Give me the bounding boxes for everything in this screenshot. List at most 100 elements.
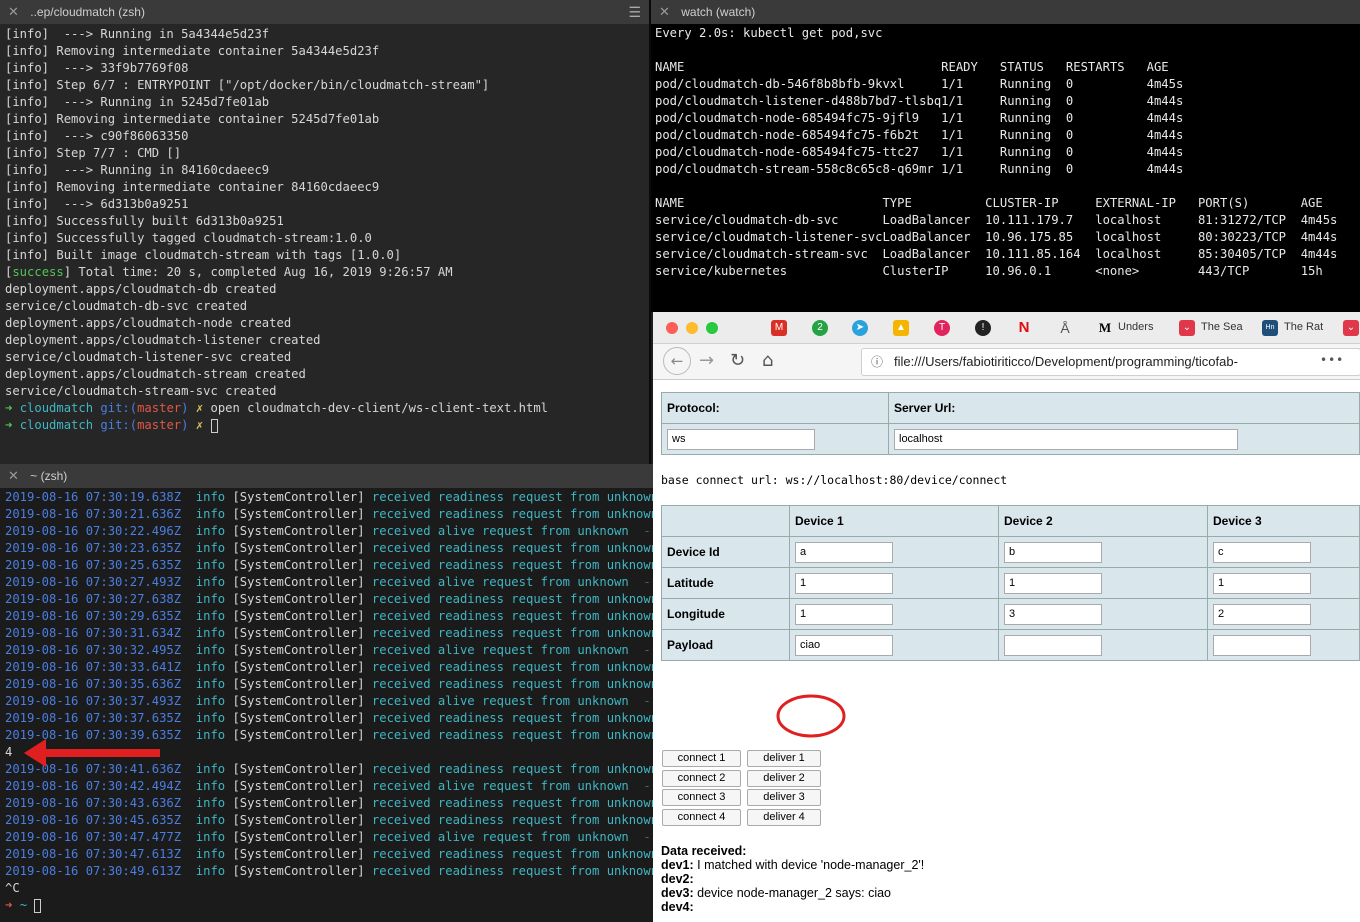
medium-icon[interactable]: M (1097, 320, 1113, 336)
device-input[interactable]: 1 (1213, 572, 1311, 594)
device-input[interactable] (1213, 634, 1311, 656)
log-level: info (188, 490, 233, 504)
device-input[interactable]: 2 (1213, 603, 1311, 625)
text-segment: [info] Removing intermediate container 8… (5, 180, 380, 194)
prompt-path: ~ (19, 898, 35, 912)
protocol-input[interactable]: ws (667, 428, 815, 450)
text-segment: [info] Successfully built 6d313b0a9251 (5, 214, 284, 228)
home-icon[interactable]: ⌂ (762, 350, 773, 371)
close-icon[interactable]: ✕ (8, 468, 19, 483)
log-message: received readiness request from unknown (371, 711, 653, 725)
text-segment: success (12, 265, 64, 279)
tab-label[interactable]: The Rat (1284, 321, 1323, 333)
app-icon[interactable]: Å (1057, 320, 1073, 336)
terminal-tab[interactable]: ✕ ..ep/cloudmatch (zsh) ☰ (0, 0, 649, 24)
pods-header: NAME READY STATUS RESTARTS AGE (655, 60, 1191, 74)
tab-label[interactable]: Unders (1118, 321, 1153, 333)
pod-row: pod/cloudmatch-node-685494fc75-9jfl9 1/1… (655, 111, 1191, 125)
menu-icon[interactable]: ☰ (628, 0, 641, 24)
device-cell: a (789, 536, 999, 568)
device-input[interactable]: 1 (1004, 572, 1102, 594)
prompt-line: ➜ ~ (5, 897, 648, 914)
server-url-input[interactable]: localhost (894, 428, 1238, 450)
terminal-tab[interactable]: ✕ ~ (zsh) (0, 464, 653, 488)
text-segment: service/cloudmatch-db-svc created (5, 299, 248, 313)
connect-button[interactable]: connect 1 (662, 750, 741, 767)
log-controller: [SystemController] (232, 524, 372, 538)
telegram-icon[interactable]: ➤ (852, 320, 868, 336)
netflix-icon[interactable]: N (1016, 320, 1032, 336)
device-input[interactable]: 1 (795, 572, 893, 594)
text-segment: service/cloudmatch-stream-svc created (5, 384, 277, 398)
log-timestamp: 2019-08-16 07:30:25.635Z (5, 558, 189, 572)
device-input[interactable] (1004, 634, 1102, 656)
terminal-line: service/cloudmatch-listener-svc created (5, 349, 644, 366)
close-window-button[interactable] (666, 322, 678, 334)
connect-button[interactable]: connect 3 (662, 789, 741, 806)
svc-row: service/cloudmatch-stream-svc LoadBalanc… (655, 247, 1345, 261)
tab-label[interactable]: The Sea (1201, 321, 1243, 333)
log-timestamp: 2019-08-16 07:30:27.493Z (5, 575, 189, 589)
terminal-tab[interactable]: ✕ watch (watch) (651, 0, 1360, 24)
whatsapp-icon[interactable]: 2 (812, 320, 828, 336)
terminal-line: deployment.apps/cloudmatch-node created (5, 315, 644, 332)
device-cell (1207, 629, 1360, 661)
log-line: 2019-08-16 07:30:45.635Z info [SystemCon… (5, 812, 653, 829)
more-icon[interactable]: ••• (1320, 353, 1344, 367)
terminal-line: ➜ cloudmatch git:(master) ✗ (5, 417, 644, 434)
deliver-button[interactable]: deliver 3 (747, 789, 821, 806)
site-icon[interactable]: Hn (1262, 320, 1278, 336)
browser-window[interactable]: M 2 ➤ ▲ T ! N Å M Unders ⌄ The Sea Hn Th… (653, 312, 1360, 922)
device-input[interactable]: a (795, 541, 893, 563)
log-level: info (188, 796, 233, 810)
device-input[interactable]: ciao (795, 634, 893, 656)
device-cell: 1 (789, 598, 999, 630)
deliver-button[interactable]: deliver 1 (747, 750, 821, 767)
info-icon[interactable]: ⓘ (871, 349, 883, 375)
connect-button[interactable]: connect 2 (662, 769, 741, 787)
log-level: info (188, 660, 233, 674)
log-timestamp: 2019-08-16 07:30:27.638Z (5, 592, 189, 606)
url-bar[interactable]: ⓘ file:///Users/fabiotiriticco/Developme… (861, 348, 1360, 376)
reload-icon[interactable]: ↻ (730, 350, 745, 371)
device-input[interactable]: b (1004, 541, 1102, 563)
pocket-icon[interactable]: ⌄ (1179, 320, 1195, 336)
log-line: 2019-08-16 07:30:23.635Z info [SystemCon… (5, 540, 653, 557)
gmail-icon[interactable]: M (771, 320, 787, 336)
forward-button[interactable]: → (699, 350, 714, 371)
log-line: 2019-08-16 07:30:27.638Z info [SystemCon… (5, 591, 653, 608)
drive-icon[interactable]: ▲ (893, 320, 909, 336)
device-input[interactable]: c (1213, 541, 1311, 563)
device-input[interactable]: 3 (1004, 603, 1102, 625)
watch-pane[interactable]: ✕ watch (watch) Every 2.0s: kubectl get … (651, 0, 1360, 312)
log-timestamp: 2019-08-16 07:30:21.636Z (5, 507, 189, 521)
svc-header: NAME TYPE CLUSTER-IP EXTERNAL-IP PORT(S)… (655, 196, 1345, 210)
maximize-window-button[interactable] (706, 322, 718, 334)
terminal-build-pane[interactable]: ✕ ..ep/cloudmatch (zsh) ☰ [info] ---> Ru… (0, 0, 649, 464)
text-segment: ] Total time: 20 s, completed Aug 16, 20… (63, 265, 453, 279)
device-cell: b (998, 536, 1208, 568)
deliver-button[interactable]: deliver 4 (747, 808, 821, 826)
svc-row: service/cloudmatch-db-svc LoadBalancer 1… (655, 213, 1345, 227)
terminal-title: watch (watch) (681, 5, 756, 19)
device-input[interactable]: 1 (795, 603, 893, 625)
todoist-icon[interactable]: T (934, 320, 950, 336)
log-line: 2019-08-16 07:30:35.636Z info [SystemCon… (5, 676, 653, 693)
close-icon[interactable]: ✕ (659, 4, 670, 19)
connect-button[interactable]: connect 4 (662, 808, 741, 826)
log-level: info (188, 728, 233, 742)
minimize-window-button[interactable] (686, 322, 698, 334)
terminal-line: [info] Successfully tagged cloudmatch-st… (5, 230, 644, 247)
log-suffix: - (Sys (643, 524, 651, 538)
terminal-logs-pane[interactable]: ✕ ~ (zsh) 2019-08-16 07:30:19.638Z info … (0, 464, 653, 922)
deliver-button[interactable]: deliver 2 (747, 769, 821, 787)
terminal-line: service/cloudmatch-stream-svc created (5, 383, 644, 400)
log-line: 2019-08-16 07:30:25.635Z info [SystemCon… (5, 557, 653, 574)
back-button[interactable]: ← (663, 347, 691, 375)
warning-icon[interactable]: ! (975, 320, 991, 336)
close-icon[interactable]: ✕ (8, 4, 19, 19)
pocket-icon[interactable]: ⌄ (1343, 320, 1359, 336)
device-cell: 1 (789, 567, 999, 599)
text-segment: [info] ---> 6d313b0a9251 (5, 197, 189, 211)
text-segment: deployment.apps/cloudmatch-stream create… (5, 367, 306, 381)
